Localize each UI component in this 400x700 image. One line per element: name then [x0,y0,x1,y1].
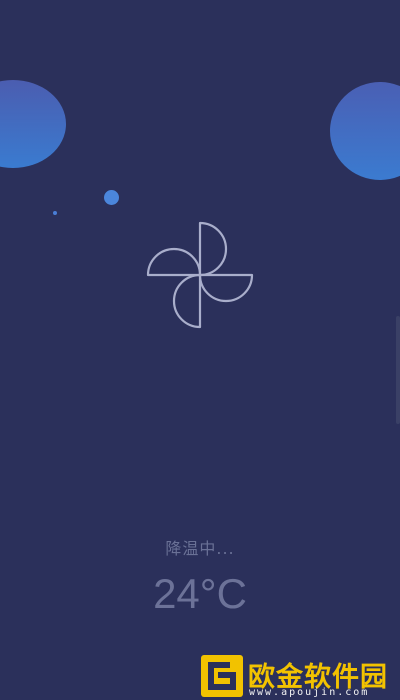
watermark: 欧金软件园 www.apoujin.com [200,652,398,700]
pinwheel-fan-icon [146,221,254,329]
decorative-dot-small [53,211,57,215]
watermark-logo-icon [201,655,243,697]
decorative-bubble-left [0,80,66,168]
temperature-readout: 24°C [153,570,247,617]
edge-scroll-handle[interactable] [396,316,400,424]
cooling-status-text: 降温中... [165,539,235,558]
decorative-dot [104,190,119,205]
cooling-screen: 降温中... 24°C 欧金软件园 www.apoujin.com [0,0,400,700]
watermark-url: www.apoujin.com [249,687,370,698]
decorative-bubble-right [330,82,400,180]
